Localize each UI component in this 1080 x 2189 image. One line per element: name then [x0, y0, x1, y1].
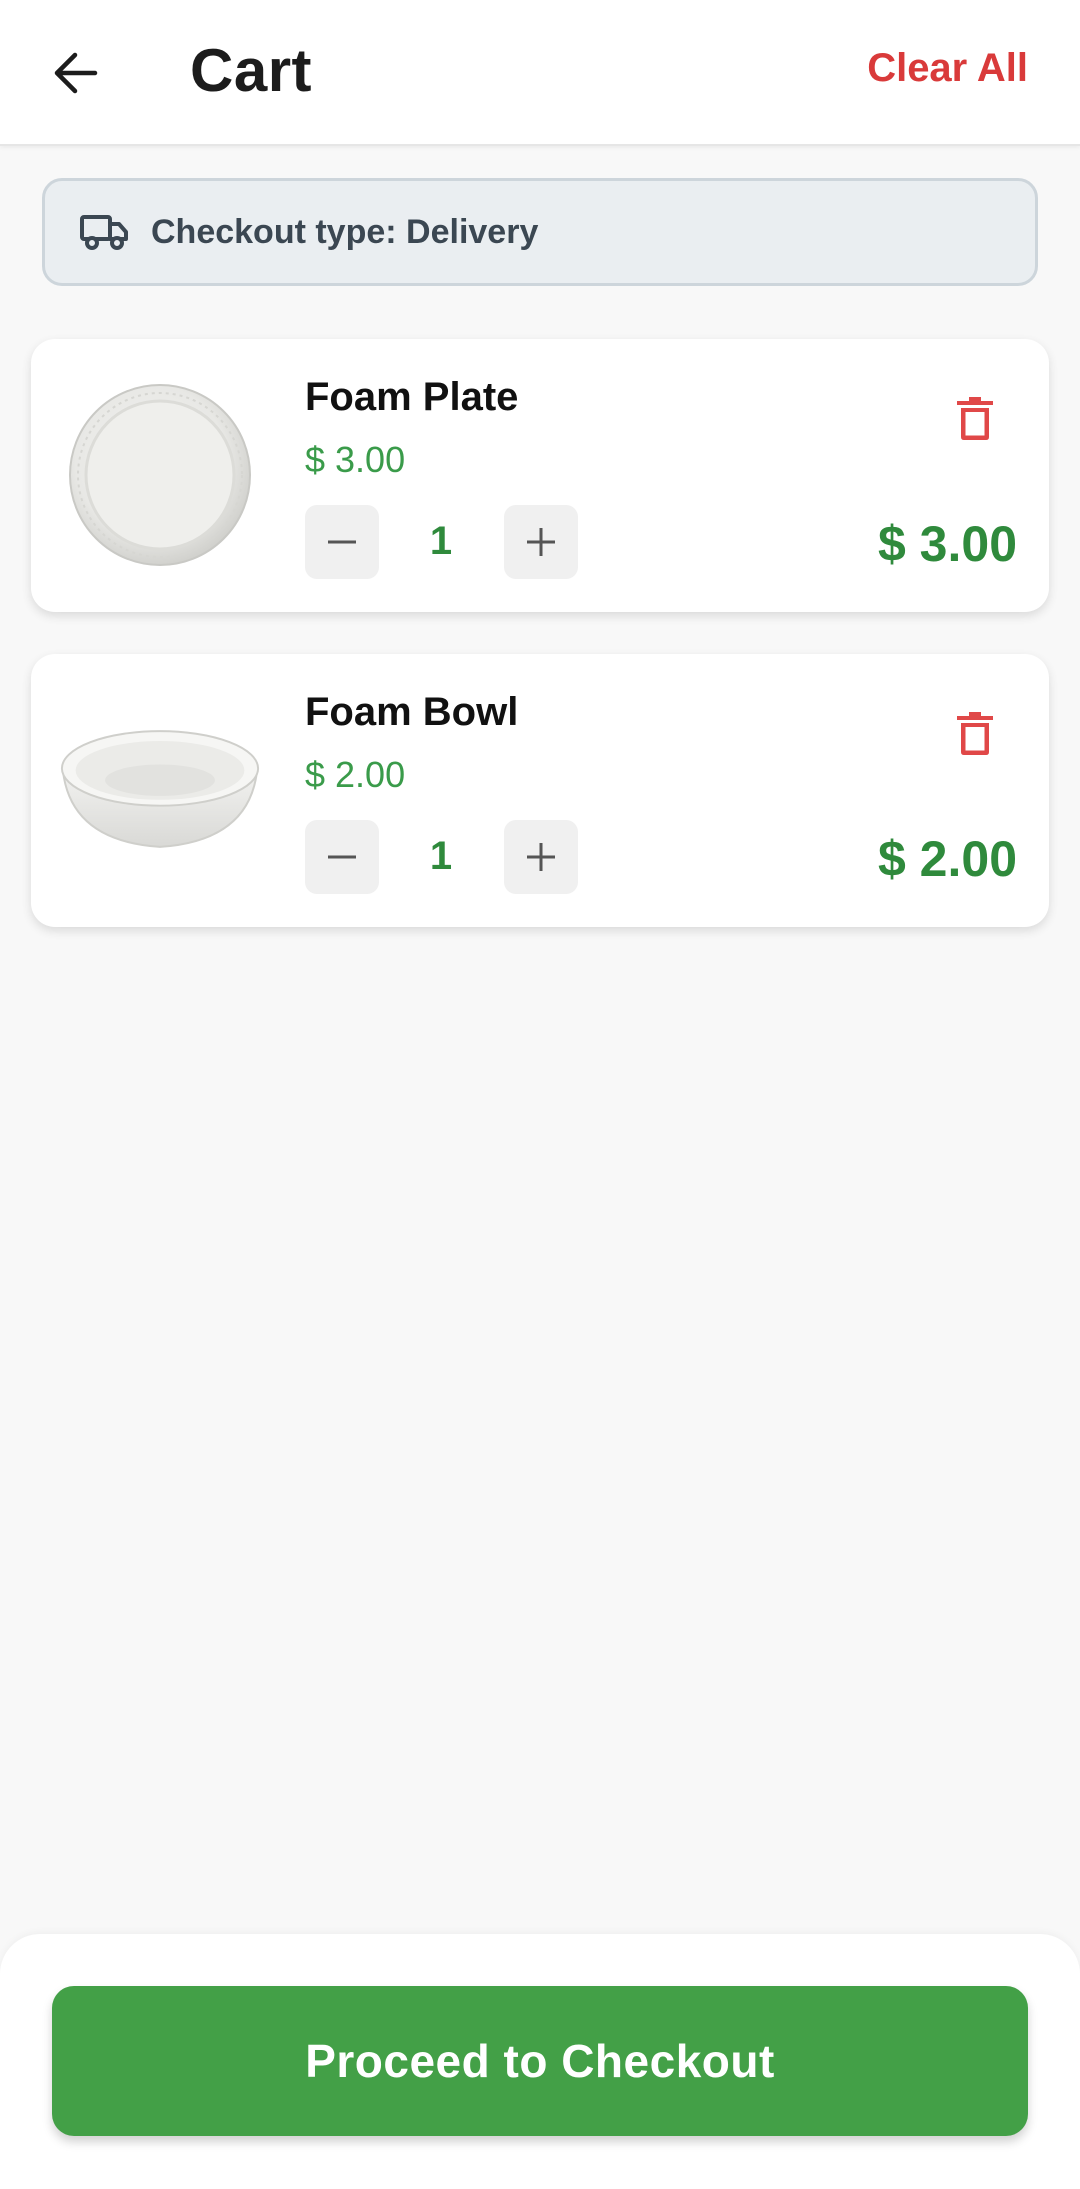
arrow-left-icon [54, 52, 98, 94]
back-button[interactable] [44, 38, 106, 108]
plus-icon [527, 528, 555, 556]
increase-quantity-button[interactable] [504, 505, 578, 579]
delete-item-button[interactable] [945, 702, 1005, 766]
truck-icon [79, 213, 129, 251]
cart-item: Foam Plate $ 3.00 1 $ 3.00 [31, 339, 1049, 612]
proceed-to-checkout-button[interactable]: Proceed to Checkout [52, 1986, 1028, 2136]
foam-bowl-image [57, 690, 263, 890]
checkout-type-banner[interactable]: Checkout type: Delivery [42, 178, 1038, 286]
item-total-price: $ 3.00 [877, 516, 1017, 572]
quantity-value: 1 [429, 834, 453, 878]
app-header: Cart Clear All [0, 0, 1080, 146]
increase-quantity-button[interactable] [504, 820, 578, 894]
item-name: Foam Bowl [305, 690, 519, 734]
delete-item-button[interactable] [945, 387, 1005, 451]
minus-icon [328, 540, 356, 544]
trash-icon [957, 397, 993, 440]
trash-icon [957, 712, 993, 755]
foam-plate-image [57, 375, 263, 575]
cart-screen: Cart Clear All Checkout type: Delivery F… [0, 0, 1080, 2189]
page-title: Cart [190, 37, 313, 104]
cart-item: Foam Bowl $ 2.00 1 $ 2.00 [31, 654, 1049, 927]
item-name: Foam Plate [305, 375, 519, 419]
clear-all-button[interactable]: Clear All [867, 46, 1028, 91]
item-unit-price: $ 3.00 [305, 439, 406, 480]
minus-icon [328, 855, 356, 859]
decrease-quantity-button[interactable] [305, 820, 379, 894]
plus-icon [527, 843, 555, 871]
bottom-checkout-bar: Proceed to Checkout [0, 1934, 1080, 2189]
decrease-quantity-button[interactable] [305, 505, 379, 579]
item-unit-price: $ 2.00 [305, 754, 406, 795]
quantity-value: 1 [429, 519, 453, 563]
checkout-type-label: Checkout type: Delivery [151, 212, 539, 251]
item-total-price: $ 2.00 [877, 831, 1017, 887]
